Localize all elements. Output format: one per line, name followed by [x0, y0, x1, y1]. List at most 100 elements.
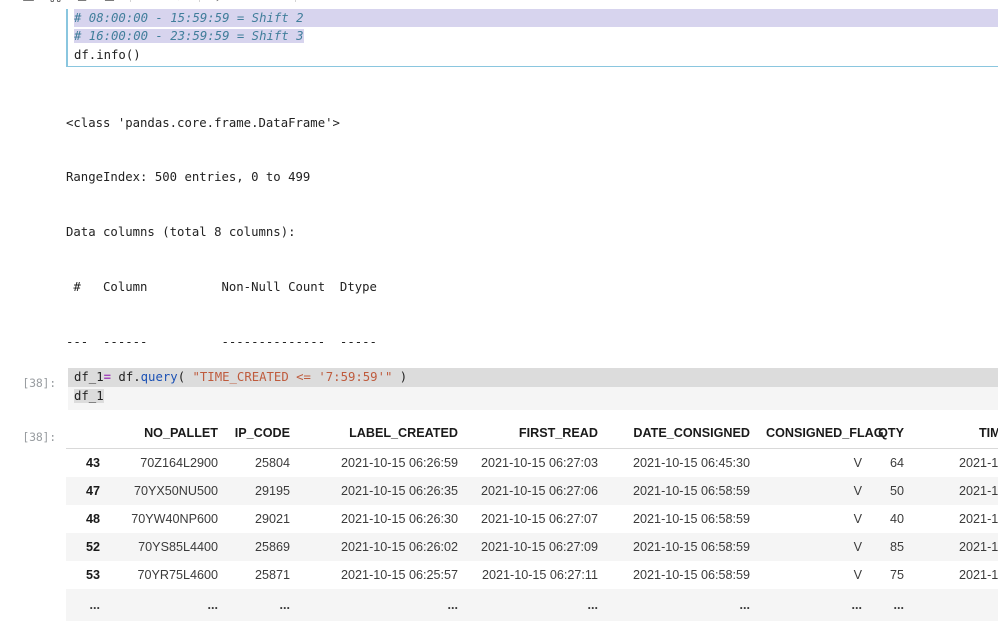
cell-first-read: 2021-10-15 06:27:03 — [466, 448, 606, 477]
code-cell-2-editor[interactable]: df_1= df.query( "TIME_CREATED <= '7:59:5… — [66, 368, 998, 410]
dataframe-body: 43 70Z164L2900 25804 2021-10-15 06:26:59… — [66, 448, 998, 621]
code-line-df-info-text: df.info() — [74, 47, 141, 62]
column-header-first-read: FIRST_READ — [466, 420, 606, 449]
cell-consigned-flag: ... — [758, 589, 870, 621]
cell-time-created: 2021-10-15 06:58:59 — [912, 561, 998, 589]
info-line-datacolumns: Data columns (total 8 columns): — [66, 225, 296, 240]
cell-time-created: 2021-10-15 06:58:59 — [912, 505, 998, 533]
fast-forward-icon[interactable] — [310, 0, 323, 2]
code-line-comment-shift2[interactable]: # 08:00:00 - 15:59:59 = Shift 2 — [68, 9, 998, 28]
dataframe-table: NO_PALLET IP_CODE LABEL_CREATED FIRST_RE… — [66, 420, 998, 621]
cell-qty: 85 — [870, 533, 912, 561]
cell-date-consigned: 2021-10-15 06:58:59 — [606, 505, 758, 533]
column-header-label-created: LABEL_CREATED — [298, 420, 466, 449]
code-cell-1[interactable]: # 08:00:00 - 15:59:59 = Shift 2 # 16:00:… — [0, 9, 998, 67]
info-line-class: <class 'pandas.core.frame.DataFrame'> — [66, 115, 340, 130]
copy-icon[interactable] — [76, 0, 89, 2]
cell-ip-code: 25871 — [226, 561, 298, 589]
cell-no-pallet: 70YW40NP600 — [106, 505, 226, 533]
code-token-query-string: "TIME_CREATED <= '7:59:59'" — [192, 370, 393, 384]
cell-first-read: 2021-10-15 06:27:09 — [466, 533, 606, 561]
info-line-rule: --- ------ -------------- ----- — [66, 335, 377, 350]
cell-consigned-flag: V — [758, 561, 870, 589]
cell-first-read: 2021-10-15 06:27:07 — [466, 505, 606, 533]
code-line-comment-shift3[interactable]: # 16:00:00 - 23:59:59 = Shift 3 — [68, 27, 998, 45]
cell-time-created: 2021-10-15 06:58:59 — [912, 477, 998, 505]
cell-label-created: 2021-10-15 06:26:59 — [298, 448, 466, 477]
column-header-time-created: TIME_CREATED — [912, 420, 998, 449]
cell-index: 52 — [66, 533, 106, 561]
cell-qty: ... — [870, 589, 912, 621]
code-token-openparen: ( — [177, 370, 193, 384]
cell-time-created: ... — [912, 589, 998, 621]
dataframe-output: NO_PALLET IP_CODE LABEL_CREATED FIRST_RE… — [66, 420, 998, 621]
cell-2-output-prompt: [38]: — [22, 430, 56, 444]
cell-date-consigned: 2021-10-15 06:58:59 — [606, 561, 758, 589]
table-row: 47 70YX50NU500 29195 2021-10-15 06:26:35… — [66, 477, 998, 505]
info-line-rangeindex: RangeIndex: 500 entries, 0 to 499 — [66, 170, 311, 185]
code-cell-2-prompt: [38]: — [22, 376, 56, 390]
code-token-assign: = — [103, 370, 112, 384]
cell-first-read: 2021-10-15 06:27:11 — [466, 561, 606, 589]
arrow-down-icon[interactable] — [172, 0, 185, 2]
table-row-ellipsis: ... ... ... ... ... ... ... ... ... — [66, 589, 998, 621]
cell-no-pallet: 70YR75L4600 — [106, 561, 226, 589]
cell-ip-code: 25804 — [226, 448, 298, 477]
cell-first-read: 2021-10-15 06:27:06 — [466, 477, 606, 505]
cell-label-created: 2021-10-15 06:25:57 — [298, 561, 466, 589]
column-header-ip-code: IP_CODE — [226, 420, 298, 449]
code-cell-2[interactable]: [38]: df_1= df.query( "TIME_CREATED <= '… — [0, 368, 998, 410]
code-line-query[interactable]: df_1= df.query( "TIME_CREATED <= '7:59:5… — [68, 368, 998, 387]
scissors-icon[interactable] — [49, 0, 62, 2]
code-line-df1-echo[interactable]: df_1 — [68, 387, 998, 406]
column-header-index — [66, 420, 106, 449]
code-token-closeparen: ) — [392, 370, 408, 384]
cell-no-pallet: 70YS85L4400 — [106, 533, 226, 561]
code-cell-1-editor[interactable]: # 08:00:00 - 15:59:59 = Shift 2 # 16:00:… — [66, 9, 998, 67]
toolbar-divider-3 — [295, 0, 296, 2]
cell-consigned-flag: V — [758, 448, 870, 477]
cell-index: 53 — [66, 561, 106, 589]
cell-qty: 75 — [870, 561, 912, 589]
cell-time-created: 2021-10-15 06:58:59 — [912, 533, 998, 561]
cell-date-consigned: 2021-10-15 06:58:59 — [606, 477, 758, 505]
cell-consigned-flag: V — [758, 505, 870, 533]
cell-ip-code: 29021 — [226, 505, 298, 533]
cell-consigned-flag: V — [758, 533, 870, 561]
save-icon[interactable] — [22, 0, 35, 2]
code-line-df-info[interactable]: df.info() — [68, 46, 998, 64]
cell-label-created: 2021-10-15 06:26:35 — [298, 477, 466, 505]
notebook-toolbar — [0, 0, 998, 9]
table-row: 52 70YS85L4400 25869 2021-10-15 06:26:02… — [66, 533, 998, 561]
notebook-body: # 08:00:00 - 15:59:59 = Shift 2 # 16:00:… — [0, 9, 998, 621]
cell-no-pallet: 70Z164L2900 — [106, 448, 226, 477]
code-token-dot: . — [133, 370, 141, 384]
code-line-comment-shift2-text: # 08:00:00 - 15:59:59 = Shift 2 — [74, 9, 998, 28]
run-icon[interactable] — [214, 0, 227, 2]
arrow-up-icon[interactable] — [145, 0, 158, 2]
cell-time-created: 2021-10-15 06:45:30 — [912, 448, 998, 477]
code-token-df: df — [111, 370, 134, 384]
stop-icon[interactable] — [241, 0, 254, 2]
dataframe-header-row: NO_PALLET IP_CODE LABEL_CREATED FIRST_RE… — [66, 420, 998, 449]
toolbar-divider-2 — [199, 0, 200, 2]
cell-index: ... — [66, 589, 106, 621]
cell-index: 43 — [66, 448, 106, 477]
code-line-comment-shift3-text: # 16:00:00 - 23:59:59 = Shift 3 — [74, 29, 304, 44]
table-row: 48 70YW40NP600 29021 2021-10-15 06:26:30… — [66, 505, 998, 533]
cell-date-consigned: 2021-10-15 06:45:30 — [606, 448, 758, 477]
table-row: 53 70YR75L4600 25871 2021-10-15 06:25:57… — [66, 561, 998, 589]
cell-qty: 50 — [870, 477, 912, 505]
cell-date-consigned: ... — [606, 589, 758, 621]
restart-icon[interactable] — [268, 0, 281, 2]
cell-ip-code: ... — [226, 589, 298, 621]
table-row: 43 70Z164L2900 25804 2021-10-15 06:26:59… — [66, 448, 998, 477]
paste-icon[interactable] — [103, 0, 116, 2]
toolbar-icon-group — [22, 0, 323, 2]
cell-first-read: ... — [466, 589, 606, 621]
cell-label-created: 2021-10-15 06:26:02 — [298, 533, 466, 561]
cell-ip-code: 29195 — [226, 477, 298, 505]
cell-ip-code: 25869 — [226, 533, 298, 561]
column-header-consigned-flag: CONSIGNED_FLAG — [758, 420, 884, 449]
code-token-df1: df_1 — [74, 370, 104, 384]
